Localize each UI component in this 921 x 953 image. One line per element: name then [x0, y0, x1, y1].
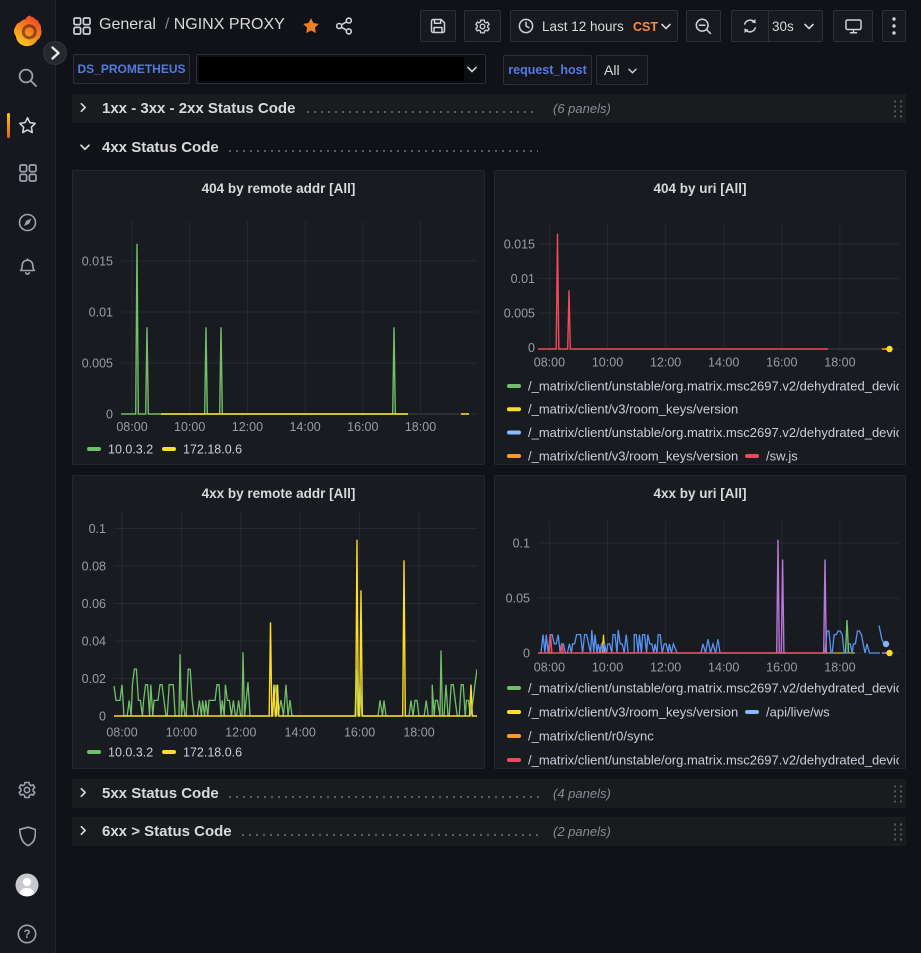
svg-text:10:00: 10:00 [166, 726, 197, 740]
svg-text:10:00: 10:00 [174, 420, 205, 434]
svg-text:16:00: 16:00 [766, 661, 797, 675]
svg-text:?: ? [23, 929, 30, 941]
svg-text:18:00: 18:00 [824, 661, 855, 675]
svg-text:/_matrix/client/v3/room_keys/v: /_matrix/client/v3/room_keys/version [528, 705, 738, 720]
svg-text:16:00: 16:00 [347, 420, 378, 434]
svg-text:12:00: 12:00 [650, 661, 681, 675]
svg-text:/_matrix/client/unstable/org.m: /_matrix/client/unstable/org.matrix.msc2… [528, 753, 899, 768]
svg-text:0: 0 [106, 408, 113, 422]
svg-text:/_matrix/client/unstable/org.m: /_matrix/client/unstable/org.matrix.msc2… [528, 379, 899, 394]
svg-text:10.0.3.2: 10.0.3.2 [108, 746, 153, 760]
svg-text:16:00: 16:00 [344, 726, 375, 740]
svg-text:0.005: 0.005 [504, 307, 535, 321]
svg-text:14:00: 14:00 [708, 356, 739, 370]
svg-text:/_matrix/client/v3/room_keys/v: /_matrix/client/v3/room_keys/version [528, 449, 738, 464]
svg-text:18:00: 18:00 [403, 726, 434, 740]
svg-text:14:00: 14:00 [285, 726, 316, 740]
svg-text:0: 0 [523, 647, 530, 661]
svg-text:16:00: 16:00 [766, 356, 797, 370]
svg-text:10:00: 10:00 [592, 356, 623, 370]
svg-text:12:00: 12:00 [225, 726, 256, 740]
svg-text:08:00: 08:00 [106, 726, 137, 740]
svg-text:12:00: 12:00 [232, 420, 263, 434]
svg-text:10:00: 10:00 [592, 661, 623, 675]
svg-text:/_matrix/client/unstable/org.m: /_matrix/client/unstable/org.matrix.msc2… [528, 425, 899, 440]
svg-text:0.1: 0.1 [513, 537, 530, 551]
svg-text:0.01: 0.01 [89, 306, 113, 320]
svg-text:0.005: 0.005 [82, 357, 113, 371]
svg-text:0.01: 0.01 [511, 272, 535, 286]
svg-text:10.0.3.2: 10.0.3.2 [108, 443, 153, 457]
svg-text:/_matrix/client/v3/room_keys/v: /_matrix/client/v3/room_keys/version [528, 402, 738, 417]
svg-text:0.1: 0.1 [89, 522, 106, 536]
svg-text:12:00: 12:00 [650, 356, 681, 370]
svg-text:08:00: 08:00 [534, 661, 565, 675]
svg-text:0.02: 0.02 [82, 672, 106, 686]
svg-text:0: 0 [99, 710, 106, 724]
svg-text:/_matrix/client/unstable/org.m: /_matrix/client/unstable/org.matrix.msc2… [528, 681, 899, 696]
svg-text:172.18.0.6: 172.18.0.6 [183, 443, 242, 457]
svg-text:18:00: 18:00 [824, 356, 855, 370]
svg-text:0: 0 [528, 341, 535, 355]
svg-text:14:00: 14:00 [708, 661, 739, 675]
svg-text:0.015: 0.015 [504, 238, 535, 252]
svg-text:0.04: 0.04 [82, 635, 106, 649]
svg-text:/_matrix/client/r0/sync: /_matrix/client/r0/sync [528, 729, 654, 744]
svg-text:0.05: 0.05 [506, 592, 530, 606]
svg-text:0.015: 0.015 [82, 255, 113, 269]
svg-text:0.06: 0.06 [82, 597, 106, 611]
svg-text:08:00: 08:00 [534, 356, 565, 370]
svg-text:18:00: 18:00 [405, 420, 436, 434]
svg-text:0.08: 0.08 [82, 560, 106, 574]
svg-text:/api/live/ws: /api/live/ws [766, 705, 830, 720]
svg-text:14:00: 14:00 [289, 420, 320, 434]
svg-text:/sw.js: /sw.js [766, 449, 798, 464]
svg-text:08:00: 08:00 [116, 420, 147, 434]
svg-text:172.18.0.6: 172.18.0.6 [183, 746, 242, 760]
